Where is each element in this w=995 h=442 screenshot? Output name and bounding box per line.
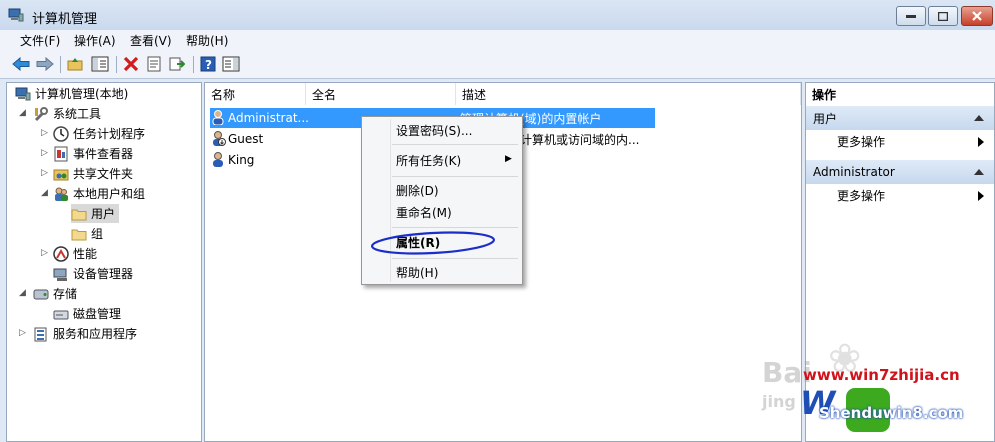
more-actions-link[interactable]: 更多操作 bbox=[837, 131, 885, 151]
actions-pane-title: 操作 bbox=[812, 87, 837, 102]
menu-item-set-password[interactable]: 设置密码(S)... bbox=[396, 120, 472, 140]
menu-item-help[interactable]: 帮助(H) bbox=[396, 262, 438, 282]
computer-management-icon bbox=[8, 8, 24, 22]
column-header-fullname[interactable]: 全名 bbox=[306, 83, 456, 105]
tree-item-storage[interactable]: 存储 bbox=[33, 284, 77, 303]
menu-action[interactable]: 操作(A) bbox=[74, 32, 116, 49]
menu-item-delete[interactable]: 删除(D) bbox=[396, 180, 439, 200]
more-actions-link[interactable]: 更多操作 bbox=[837, 185, 885, 205]
menu-help[interactable]: 帮助(H) bbox=[186, 32, 228, 49]
column-header-description[interactable]: 描述 bbox=[456, 83, 801, 105]
up-folder-icon[interactable] bbox=[66, 55, 84, 73]
expand-arrow-icon[interactable]: ▷ bbox=[41, 168, 51, 180]
column-header-name[interactable]: 名称 bbox=[205, 83, 306, 105]
site-watermark-win7zhijia: www.win7zhijia.cn bbox=[803, 366, 960, 384]
help-icon[interactable]: ? bbox=[199, 55, 217, 73]
disk-icon bbox=[53, 306, 69, 322]
menu-file[interactable]: 文件(F) bbox=[20, 32, 60, 49]
tree-item-task-scheduler[interactable]: 任务计划程序 bbox=[53, 124, 145, 143]
user-icon bbox=[210, 151, 228, 170]
tree-item-disk-management[interactable]: 磁盘管理 bbox=[53, 304, 121, 323]
menu-separator bbox=[392, 176, 518, 177]
user-disabled-icon bbox=[210, 130, 228, 149]
tree-item-shared-folders[interactable]: 共享文件夹 bbox=[53, 164, 133, 183]
expand-arrow-icon[interactable]: ▷ bbox=[41, 128, 51, 140]
menu-item-rename[interactable]: 重命名(M) bbox=[396, 202, 452, 222]
tree-item-event-viewer[interactable]: 事件查看器 bbox=[53, 144, 133, 163]
toolbar-separator bbox=[116, 56, 117, 73]
tree-item-services-applications[interactable]: 服务和应用程序 bbox=[33, 324, 137, 343]
highlight-ellipse bbox=[370, 231, 496, 255]
show-hide-tree-icon[interactable] bbox=[91, 55, 109, 73]
submenu-arrow-icon bbox=[978, 137, 984, 147]
forward-arrow-icon[interactable] bbox=[36, 55, 54, 73]
storage-icon bbox=[33, 286, 49, 302]
shared-folder-icon bbox=[53, 166, 69, 182]
event-viewer-icon bbox=[53, 146, 69, 162]
folder-icon bbox=[71, 206, 87, 222]
actions-section-users[interactable]: 用户 bbox=[806, 106, 994, 130]
tree-item-groups[interactable]: 组 bbox=[71, 224, 103, 243]
properties-icon[interactable] bbox=[145, 55, 163, 73]
back-arrow-icon[interactable] bbox=[12, 55, 30, 73]
tree-item-local-users-groups[interactable]: 本地用户和组 bbox=[53, 184, 145, 203]
collapse-arrow-icon[interactable]: ◢ bbox=[19, 108, 29, 120]
computer-management-icon bbox=[15, 86, 31, 102]
delete-icon[interactable] bbox=[122, 55, 140, 73]
toolbar-separator bbox=[60, 56, 61, 73]
tree-item-device-manager[interactable]: 设备管理器 bbox=[53, 264, 133, 283]
menu-bar: 文件(F) 操作(A) 查看(V) 帮助(H) bbox=[0, 30, 995, 51]
menu-separator bbox=[392, 144, 518, 145]
device-manager-icon bbox=[53, 266, 69, 282]
tree-item-performance[interactable]: 性能 bbox=[53, 244, 97, 263]
tree-item-system-tools[interactable]: 系统工具 bbox=[33, 104, 101, 123]
user-icon bbox=[210, 109, 228, 128]
site-watermark-kxinyk: www.kxinyk.com bbox=[899, 425, 992, 438]
collapse-up-icon[interactable] bbox=[974, 115, 984, 121]
performance-icon bbox=[53, 245, 69, 262]
site-watermark-shenduwin8: Shenduwin8.com bbox=[819, 404, 964, 422]
submenu-arrow-icon: ▶ bbox=[505, 154, 512, 164]
svg-text:?: ? bbox=[205, 58, 212, 72]
submenu-arrow-icon bbox=[978, 191, 984, 201]
tools-icon bbox=[33, 106, 49, 122]
menu-item-all-tasks[interactable]: 所有任务(K) bbox=[396, 150, 516, 170]
window-title: 计算机管理 bbox=[32, 12, 98, 27]
context-menu: 设置密码(S)... 所有任务(K) ▶ 删除(D) 重命名(M) 属性(R) … bbox=[361, 116, 523, 285]
collapse-up-icon[interactable] bbox=[974, 169, 984, 175]
toolbar: ? bbox=[0, 51, 995, 79]
expand-arrow-icon[interactable]: ▷ bbox=[41, 248, 51, 260]
maximize-button[interactable] bbox=[928, 6, 958, 26]
baidu-watermark-sub: jing bbox=[762, 392, 796, 411]
minimize-button[interactable] bbox=[896, 6, 926, 26]
users-group-icon bbox=[53, 186, 69, 202]
toolbar-separator bbox=[193, 56, 194, 73]
folder-icon bbox=[71, 226, 87, 242]
expand-arrow-icon[interactable]: ▷ bbox=[19, 328, 29, 340]
clock-icon bbox=[53, 125, 69, 142]
tree-item-computer-management[interactable]: 计算机管理(本地) bbox=[15, 84, 128, 103]
expand-arrow-icon[interactable]: ▷ bbox=[41, 148, 51, 160]
navigation-tree: 计算机管理(本地) ◢ 系统工具 ▷ 任务计划程序 ▷ 事件查看器 ▷ 共享文件… bbox=[6, 82, 202, 442]
menu-separator bbox=[392, 258, 518, 259]
menu-view[interactable]: 查看(V) bbox=[130, 32, 172, 49]
collapse-arrow-icon[interactable]: ◢ bbox=[19, 288, 29, 300]
show-hide-action-pane-icon[interactable] bbox=[222, 55, 240, 73]
close-button[interactable] bbox=[961, 6, 993, 26]
actions-section-administrator[interactable]: Administrator bbox=[806, 160, 994, 184]
tree-item-users[interactable]: 用户 bbox=[71, 204, 120, 223]
title-bar: 计算机管理 bbox=[0, 0, 995, 30]
export-list-icon[interactable] bbox=[168, 55, 186, 73]
collapse-arrow-icon[interactable]: ◢ bbox=[41, 188, 51, 200]
services-icon bbox=[33, 326, 49, 342]
